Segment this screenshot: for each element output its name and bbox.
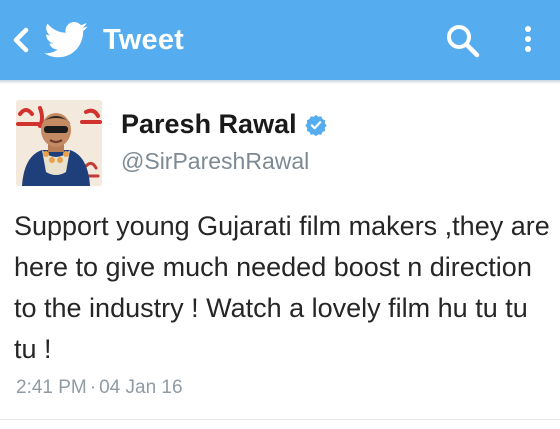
- meta-separator: ·: [89, 377, 97, 398]
- author-handle[interactable]: @SirPareshRawal: [121, 148, 309, 175]
- app-bar-shadow: [0, 80, 560, 84]
- tweet-timestamp: 2:41 PM · 04 Jan 16: [16, 377, 183, 399]
- search-icon[interactable]: [444, 22, 482, 60]
- author-display-name[interactable]: Paresh Rawal: [121, 109, 297, 140]
- avatar[interactable]: [16, 100, 102, 186]
- tweet-date: 04 Jan 16: [99, 377, 183, 398]
- tweet-text: Support young Gujarati film makers ,they…: [14, 211, 550, 364]
- app-bar: Tweet: [0, 0, 560, 80]
- page-title: Tweet: [103, 24, 185, 56]
- more-vertical-icon[interactable]: [518, 20, 538, 62]
- verified-badge-icon: [304, 114, 327, 136]
- tweet-time: 2:41 PM: [16, 377, 87, 398]
- twitter-bird-icon: [44, 22, 88, 58]
- chevron-left-icon[interactable]: [10, 26, 32, 54]
- divider: [0, 419, 560, 420]
- author-name-row: Paresh Rawal: [121, 109, 327, 140]
- avatar-image: [16, 100, 102, 186]
